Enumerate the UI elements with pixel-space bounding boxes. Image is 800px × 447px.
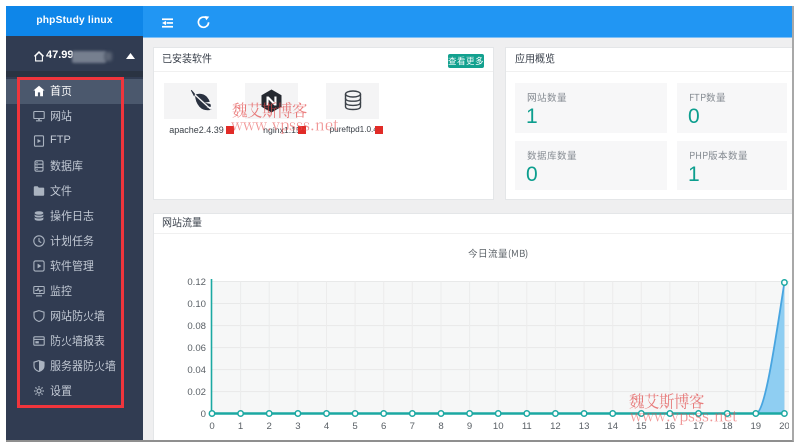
svg-text:2: 2 bbox=[267, 421, 272, 432]
svg-text:7: 7 bbox=[410, 421, 415, 432]
svg-text:8: 8 bbox=[438, 421, 443, 432]
svg-text:0: 0 bbox=[209, 421, 214, 432]
svg-text:13: 13 bbox=[579, 421, 590, 432]
svg-text:11: 11 bbox=[522, 421, 532, 432]
svg-text:6: 6 bbox=[381, 421, 386, 432]
svg-text:12: 12 bbox=[550, 421, 561, 432]
svg-text:0.10: 0.10 bbox=[187, 299, 206, 310]
svg-text:19: 19 bbox=[750, 421, 761, 432]
svg-text:1: 1 bbox=[238, 421, 243, 432]
svg-text:0.08: 0.08 bbox=[187, 321, 206, 332]
svg-text:20: 20 bbox=[779, 421, 789, 432]
svg-text:3: 3 bbox=[295, 421, 300, 432]
svg-text:4: 4 bbox=[324, 421, 330, 432]
svg-text:9: 9 bbox=[467, 421, 472, 432]
svg-text:14: 14 bbox=[607, 421, 618, 432]
svg-text:5: 5 bbox=[352, 421, 357, 432]
svg-text:0: 0 bbox=[201, 409, 206, 420]
svg-text:0.06: 0.06 bbox=[187, 343, 206, 354]
svg-text:0.04: 0.04 bbox=[187, 365, 206, 376]
svg-text:10: 10 bbox=[493, 421, 504, 432]
svg-text:0.02: 0.02 bbox=[187, 387, 206, 398]
svg-text:0.12: 0.12 bbox=[187, 277, 206, 288]
